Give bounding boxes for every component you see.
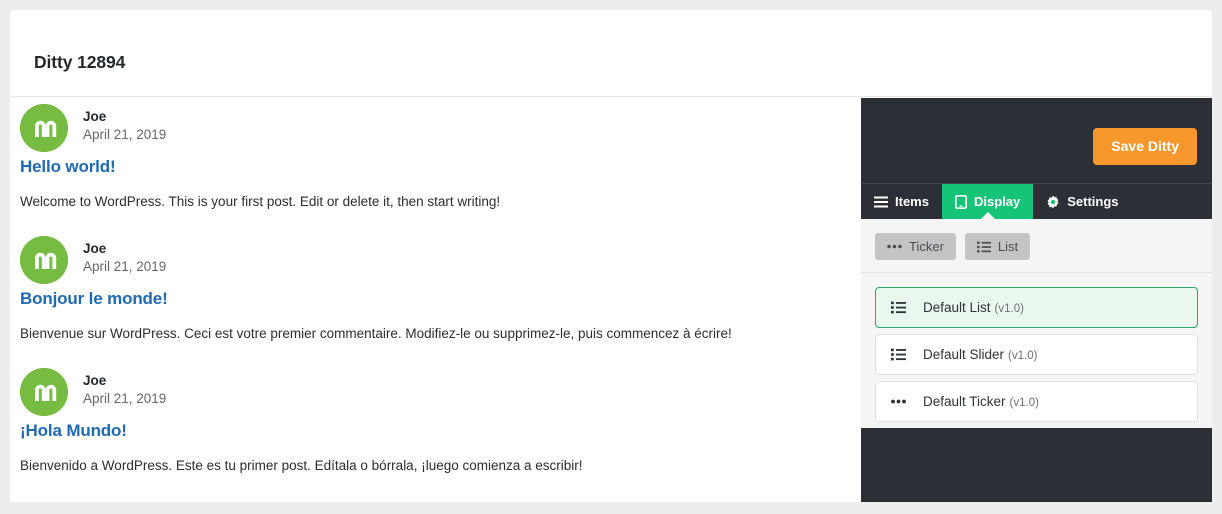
template-version: (v1.0)	[1008, 349, 1038, 362]
template-version: (v1.0)	[1009, 396, 1039, 409]
post-date: April 21, 2019	[83, 391, 167, 406]
list-icon	[976, 241, 991, 253]
post-title-link[interactable]: Bonjour le monde!	[20, 288, 852, 312]
hamburger-icon	[874, 196, 888, 208]
post-excerpt: Welcome to WordPress. This is your first…	[20, 194, 501, 209]
tab-settings-label: Settings	[1067, 194, 1119, 209]
template-row-default-ticker[interactable]: Default Ticker (v1.0)	[875, 381, 1198, 422]
post-meta: Joe April 21, 2019	[20, 98, 852, 156]
post-date: April 21, 2019	[83, 127, 167, 142]
gear-icon	[1046, 195, 1060, 209]
post-title-link[interactable]: Hello world!	[20, 156, 852, 180]
filter-ticker-button[interactable]: Ticker	[875, 233, 956, 260]
filter-list-button[interactable]: List	[964, 233, 1031, 260]
preview-post-item: Joe April 21, 2019 ¡Hola Mundo! Bienveni…	[20, 362, 852, 494]
save-ditty-button[interactable]: Save Ditty	[1093, 128, 1197, 165]
metronet-m-avatar-icon	[20, 368, 68, 416]
ditty-editor-panel: Save Ditty Items Display Settings Ticker…	[861, 98, 1212, 502]
post-title-link[interactable]: ¡Hola Mundo!	[20, 420, 852, 444]
metronet-m-avatar-icon	[20, 104, 68, 152]
editor-tab-bar: Items Display Settings	[861, 183, 1212, 219]
list-icon	[891, 301, 908, 314]
page-title: Ditty 12894	[34, 52, 126, 72]
ditty-preview-column: Joe April 21, 2019 Hello world! Welcome …	[10, 98, 862, 502]
template-name: Default Slider	[923, 346, 1005, 362]
tab-items[interactable]: Items	[861, 184, 942, 219]
list-icon	[891, 348, 908, 361]
post-author: Joe	[83, 241, 107, 256]
filter-list-label: List	[997, 239, 1019, 254]
post-author: Joe	[83, 373, 107, 388]
dots-icon	[891, 399, 908, 404]
page-header: Ditty 12894	[10, 10, 1212, 97]
post-author: Joe	[83, 109, 107, 124]
post-excerpt: Bienvenue sur WordPress. Ceci est votre …	[20, 326, 732, 341]
tab-display-label: Display	[973, 194, 1021, 209]
editor-topbar: Save Ditty	[861, 98, 1212, 183]
template-name: Default Ticker	[923, 393, 1006, 409]
post-meta: Joe April 21, 2019	[20, 230, 852, 288]
tab-display[interactable]: Display	[941, 184, 1034, 219]
post-meta: Joe April 21, 2019	[20, 362, 852, 420]
template-row-default-list[interactable]: Default List (v1.0)	[875, 287, 1198, 328]
editor-footer-area	[861, 428, 1212, 502]
display-template-list: Default List (v1.0) Default Slider (v1.0)	[861, 272, 1212, 422]
display-type-filters: Ticker List	[861, 219, 1212, 272]
tab-items-label: Items	[895, 194, 929, 209]
dots-icon	[887, 244, 902, 249]
metronet-m-avatar-icon	[20, 236, 68, 284]
post-date: April 21, 2019	[83, 259, 167, 274]
template-version: (v1.0)	[994, 302, 1024, 315]
filter-ticker-label: Ticker	[909, 239, 944, 254]
tab-settings[interactable]: Settings	[1033, 184, 1131, 219]
preview-post-item: Joe April 21, 2019 Hello world! Welcome …	[20, 98, 852, 230]
template-row-default-slider[interactable]: Default Slider (v1.0)	[875, 334, 1198, 375]
ditty-editor-page: Ditty 12894 Joe April 21, 2019 Hello wor…	[10, 10, 1212, 502]
post-excerpt: Bienvenido a WordPress. Este es tu prime…	[20, 458, 583, 473]
tablet-icon	[954, 194, 967, 209]
template-name: Default List	[923, 299, 991, 315]
preview-post-item: Joe April 21, 2019 Bonjour le monde! Bie…	[20, 230, 852, 362]
